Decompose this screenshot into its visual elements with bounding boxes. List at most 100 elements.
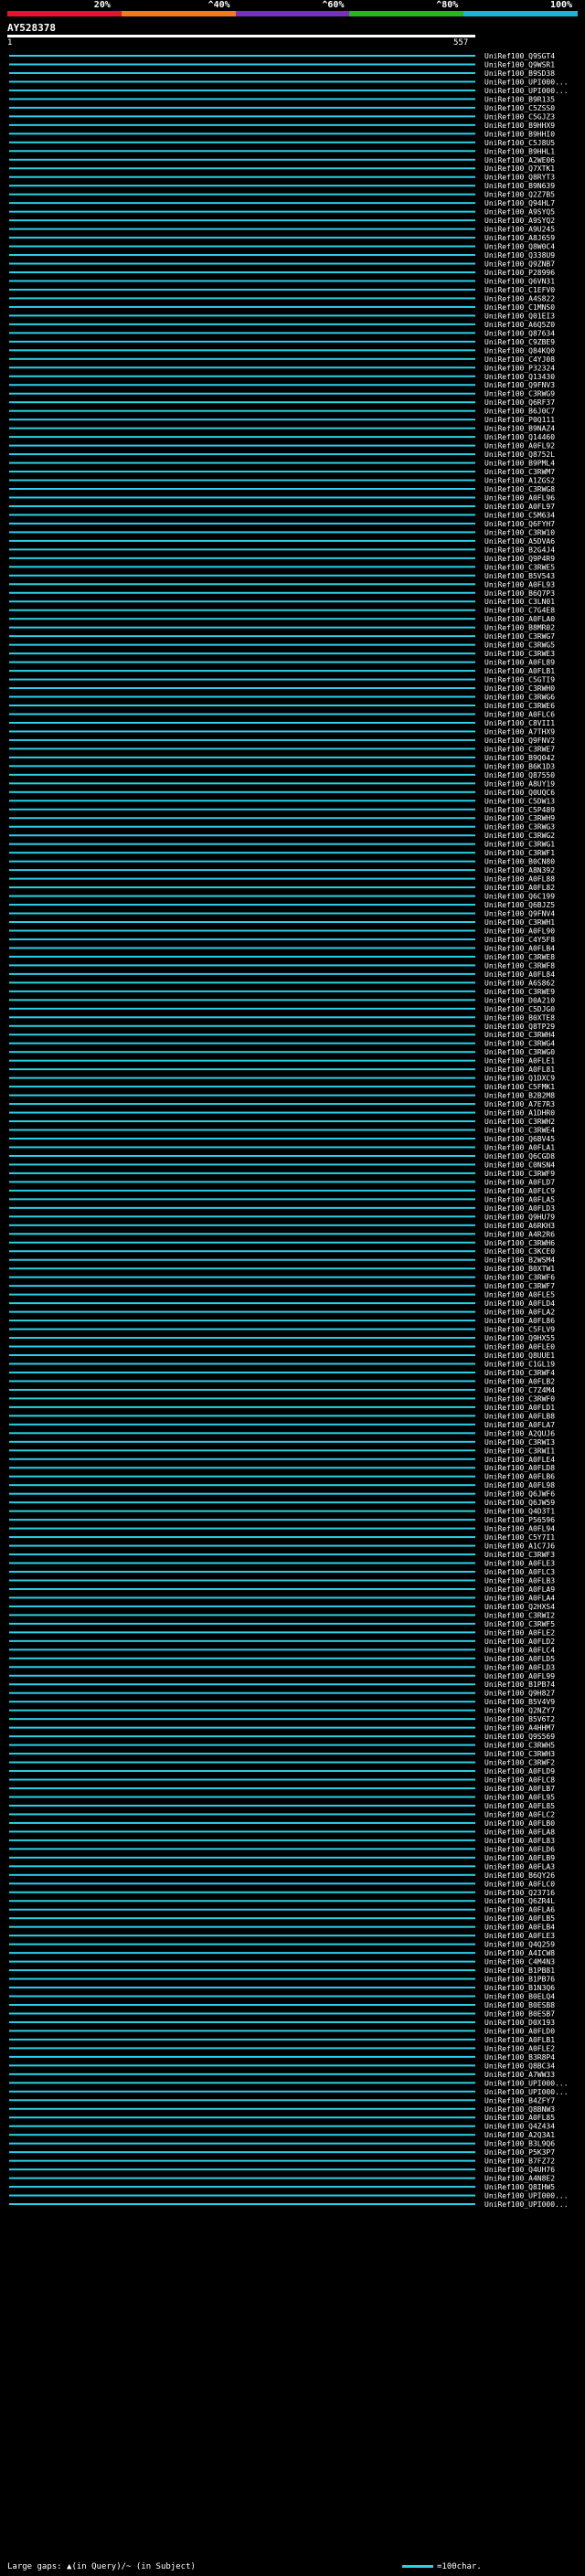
hit-label[interactable]: UniRef100_Q9SGT4 (484, 52, 555, 60)
hit-label[interactable]: UniRef100_UPI000... (484, 87, 569, 95)
hit-label[interactable]: UniRef100_C5J8U5 (484, 139, 555, 147)
hit-label[interactable]: UniRef100_C5GTI9 (484, 676, 555, 684)
hit-label[interactable]: UniRef100_Q8IHW5 (484, 2183, 555, 2191)
hit-label[interactable]: UniRef100_C3RWF5 (484, 1620, 555, 1628)
hit-label[interactable]: UniRef100_A8N392 (484, 866, 555, 875)
hit-label[interactable]: UniRef100_C5DW13 (484, 797, 555, 805)
hit-label[interactable]: UniRef100_A1C7J6 (484, 1542, 555, 1551)
hit-label[interactable]: UniRef100_A0FLD6 (484, 1845, 555, 1853)
hit-label[interactable]: UniRef100_A7WW33 (484, 2071, 555, 2079)
hit-label[interactable]: UniRef100_Q6CGD8 (484, 1152, 555, 1161)
hit-label[interactable]: UniRef100_C0NSN4 (484, 1161, 555, 1169)
hit-label[interactable]: UniRef100_C4YJ08 (484, 355, 555, 364)
hit-label[interactable]: UniRef100_B9Q042 (484, 754, 555, 762)
hit-label[interactable]: UniRef100_Q6FYH7 (484, 520, 555, 528)
hit-label[interactable]: UniRef100_B6J0C7 (484, 408, 555, 416)
hit-label[interactable]: UniRef100_Q87550 (484, 771, 555, 779)
hit-label[interactable]: UniRef100_A2WE06 (484, 156, 555, 164)
hit-label[interactable]: UniRef100_Q8BC34 (484, 2062, 555, 2070)
hit-label[interactable]: UniRef100_A4N8E2 (484, 2175, 555, 2183)
hit-label[interactable]: UniRef100_C3RWF0 (484, 1394, 555, 1403)
hit-label[interactable]: UniRef100_UPI000... (484, 78, 569, 86)
hit-label[interactable]: UniRef100_D0A210 (484, 996, 555, 1004)
hit-label[interactable]: UniRef100_B6K1D3 (484, 762, 555, 770)
hit-label[interactable]: UniRef100_B9PML4 (484, 460, 555, 468)
hit-label[interactable]: UniRef100_B2B2M8 (484, 1092, 555, 1100)
hit-label[interactable]: UniRef100_A0FL81 (484, 1065, 555, 1074)
hit-label[interactable]: UniRef100_Q6VN31 (484, 277, 555, 285)
hit-label[interactable]: UniRef100_Q23716 (484, 1889, 555, 1897)
hit-label[interactable]: UniRef100_Q14460 (484, 433, 555, 441)
hit-label[interactable]: UniRef100_C3RWH1 (484, 918, 555, 927)
hit-label[interactable]: UniRef100_A0FLB5 (484, 1914, 555, 1923)
hit-label[interactable]: UniRef100_C3RWG5 (484, 641, 555, 650)
hit-label[interactable]: UniRef100_P5K3P7 (484, 2148, 555, 2157)
hit-label[interactable]: UniRef100_B4ZFY7 (484, 2096, 555, 2104)
hit-label[interactable]: UniRef100_C3RWE3 (484, 650, 555, 658)
hit-label[interactable]: UniRef100_B3R8P4 (484, 2053, 555, 2062)
hit-label[interactable]: UniRef100_A0FLD0 (484, 2027, 555, 2035)
hit-label[interactable]: UniRef100_B5V4V9 (484, 1698, 555, 1706)
hit-label[interactable]: UniRef100_A6Q5Z0 (484, 321, 555, 329)
hit-label[interactable]: UniRef100_A0FL90 (484, 927, 555, 935)
hit-label[interactable]: UniRef100_UPI000... (484, 2192, 569, 2200)
hit-label[interactable]: UniRef100_Q9HU79 (484, 1213, 555, 1221)
hit-label[interactable]: UniRef100_C5FMK1 (484, 1083, 555, 1091)
hit-label[interactable]: UniRef100_Q6BJZ5 (484, 901, 555, 909)
hit-label[interactable]: UniRef100_A9U245 (484, 226, 555, 234)
hit-label[interactable]: UniRef100_A0FLD5 (484, 1655, 555, 1663)
hit-label[interactable]: UniRef100_C3RWH2 (484, 1118, 555, 1126)
hit-label[interactable]: UniRef100_B1PB76 (484, 1976, 555, 1984)
hit-label[interactable]: UniRef100_C3RWG8 (484, 485, 555, 493)
hit-label[interactable]: UniRef100_Q6ZR4L (484, 1897, 555, 1905)
hit-label[interactable]: UniRef100_C4Y5F8 (484, 936, 555, 944)
hit-label[interactable]: UniRef100_Q0UQC6 (484, 789, 555, 797)
hit-label[interactable]: UniRef100_Q9FNV3 (484, 381, 555, 389)
hit-label[interactable]: UniRef100_C3RWH3 (484, 1750, 555, 1758)
hit-label[interactable]: UniRef100_C3RWH5 (484, 1742, 555, 1750)
hit-label[interactable]: UniRef100_P32324 (484, 364, 555, 372)
hit-label[interactable]: UniRef100_A0FL82 (484, 884, 555, 892)
hit-label[interactable]: UniRef100_C5ZSS0 (484, 104, 555, 112)
hit-label[interactable]: UniRef100_C5DJG0 (484, 1005, 555, 1013)
hit-label[interactable]: UniRef100_B3L9Q6 (484, 2140, 555, 2148)
hit-label[interactable]: UniRef100_C1GL19 (484, 1360, 555, 1368)
hit-label[interactable]: UniRef100_A0FL84 (484, 970, 555, 979)
hit-label[interactable]: UniRef100_C3RWG1 (484, 841, 555, 849)
hit-label[interactable]: UniRef100_A0FLB4 (484, 944, 555, 952)
hit-label[interactable]: UniRef100_B0ELQ4 (484, 1993, 555, 2001)
hit-label[interactable]: UniRef100_C3RWE7 (484, 745, 555, 753)
hit-label[interactable]: UniRef100_A6S862 (484, 979, 555, 987)
hit-label[interactable]: UniRef100_UPI000... (484, 2088, 569, 2096)
hit-label[interactable]: UniRef100_A2QUJ6 (484, 1429, 555, 1437)
hit-label[interactable]: UniRef100_C1MNS0 (484, 303, 555, 312)
hit-label[interactable]: UniRef100_Q9FNV4 (484, 910, 555, 918)
hit-label[interactable]: UniRef100_C5GJZ3 (484, 112, 555, 121)
hit-label[interactable]: UniRef100_Q9HX55 (484, 1334, 555, 1342)
hit-label[interactable]: UniRef100_C3RWE6 (484, 702, 555, 710)
hit-label[interactable]: UniRef100_A9SYQ5 (484, 208, 555, 217)
hit-label[interactable]: UniRef100_Q9ZNB7 (484, 260, 555, 269)
hit-label[interactable]: UniRef100_C3RWG7 (484, 632, 555, 641)
hit-label[interactable]: UniRef100_B1PB81 (484, 1966, 555, 1975)
hit-label[interactable]: UniRef100_Q9FNV2 (484, 737, 555, 745)
hit-label[interactable]: UniRef100_A0FLE4 (484, 1456, 555, 1464)
hit-label[interactable]: UniRef100_A0FLD1 (484, 1404, 555, 1412)
hit-label[interactable]: UniRef100_A0FL85 (484, 1802, 555, 1810)
hit-label[interactable]: UniRef100_A0FLD7 (484, 1178, 555, 1186)
hit-label[interactable]: UniRef100_A1ZGS2 (484, 477, 555, 485)
hit-label[interactable]: UniRef100_Q01EI3 (484, 312, 555, 320)
hit-label[interactable]: UniRef100_Q1DXC9 (484, 1075, 555, 1083)
hit-label[interactable]: UniRef100_A0FLA2 (484, 1309, 555, 1317)
hit-label[interactable]: UniRef100_B2WSM4 (484, 1256, 555, 1265)
hit-label[interactable]: UniRef100_A0FLB4 (484, 1924, 555, 1932)
hit-label[interactable]: UniRef100_A0FLE1 (484, 1057, 555, 1065)
hit-label[interactable]: UniRef100_C3RWH9 (484, 814, 555, 822)
hit-label[interactable]: UniRef100_A4S822 (484, 294, 555, 302)
hit-label[interactable]: UniRef100_C3RWF4 (484, 1369, 555, 1377)
hit-label[interactable]: UniRef100_A4R2R6 (484, 1230, 555, 1238)
hit-label[interactable]: UniRef100_Q4Z434 (484, 2123, 555, 2131)
hit-label[interactable]: UniRef100_B8MR02 (484, 624, 555, 632)
hit-label[interactable]: UniRef100_C3RWH6 (484, 1239, 555, 1247)
hit-label[interactable]: UniRef100_A0FL95 (484, 1793, 555, 1801)
